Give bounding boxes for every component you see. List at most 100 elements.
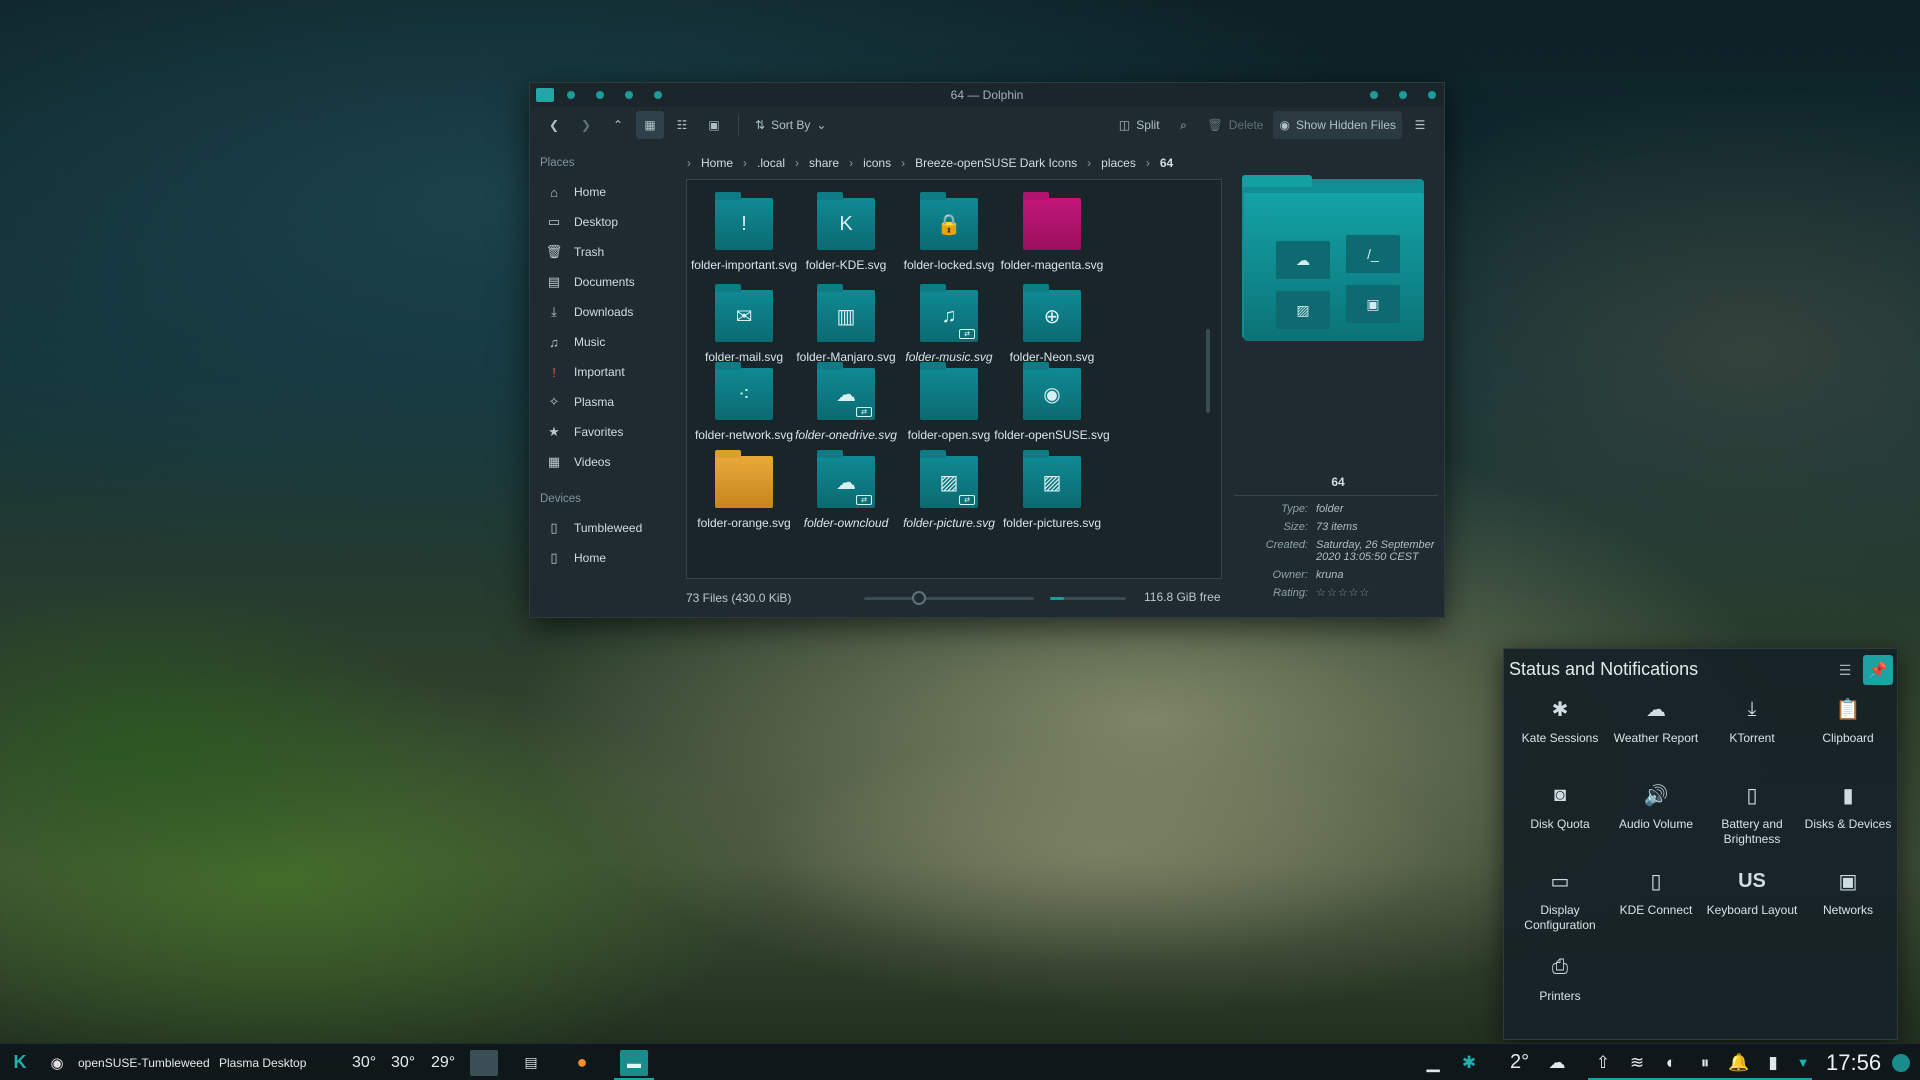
breadcrumb-item[interactable]: Breeze-openSUSE Dark Icons bbox=[915, 156, 1077, 170]
shade-button[interactable] bbox=[654, 91, 662, 99]
tray-weather[interactable]: ☁ bbox=[1544, 1044, 1570, 1080]
tray-rss[interactable]: ≋ bbox=[1624, 1044, 1650, 1080]
tray-updates[interactable]: ⇧ bbox=[1590, 1044, 1616, 1080]
dolphin-app-icon[interactable] bbox=[536, 88, 554, 102]
file-item[interactable]: ⊕ folder-Neon.svg bbox=[992, 284, 1112, 364]
places-item[interactable]: ▭ Desktop bbox=[530, 207, 680, 237]
hamburger-menu-button[interactable]: ☰ bbox=[1406, 111, 1434, 139]
file-item[interactable]: ☁ ⇄ folder-onedrive.svg bbox=[786, 362, 906, 442]
details-view-button[interactable]: ▣ bbox=[700, 111, 728, 139]
minimize-button[interactable] bbox=[1370, 91, 1378, 99]
tray-applet[interactable]: 📋 Clipboard bbox=[1800, 689, 1896, 769]
tray-applet[interactable]: ⤓ KTorrent bbox=[1704, 689, 1800, 769]
files-scrollbar[interactable] bbox=[1206, 329, 1210, 413]
sort-by-button[interactable]: ⇅ Sort By ⌄ bbox=[749, 111, 832, 139]
file-item[interactable]: ▨ folder-pictures.svg bbox=[992, 450, 1112, 530]
file-item[interactable]: folder-open.svg bbox=[889, 362, 1009, 442]
breadcrumb-item[interactable]: share bbox=[809, 156, 839, 170]
zoom-slider[interactable] bbox=[864, 597, 1034, 600]
desktop-name[interactable]: Plasma Desktop bbox=[219, 1044, 306, 1080]
file-item[interactable]: ▥ folder-Manjaro.svg bbox=[786, 284, 906, 364]
tray-kde-connect[interactable]: ✱ bbox=[1456, 1044, 1482, 1080]
tray-media[interactable]: ⏸ bbox=[1692, 1044, 1718, 1080]
network-icon: ▣ bbox=[1838, 870, 1858, 893]
places-item[interactable]: ▤ Documents bbox=[530, 267, 680, 297]
breadcrumb-item[interactable]: Home bbox=[701, 156, 733, 170]
tray-applet[interactable]: ✱ Kate Sessions bbox=[1512, 689, 1608, 769]
show-desktop-button[interactable] bbox=[1892, 1044, 1910, 1080]
tray-applet[interactable]: ▯ Battery and Brightness bbox=[1704, 775, 1800, 855]
compact-view-button[interactable]: ☷ bbox=[668, 111, 696, 139]
places-item[interactable]: ★ Favorites bbox=[530, 417, 680, 447]
forward-button[interactable]: ❯ bbox=[572, 111, 600, 139]
breadcrumb-item[interactable]: 64 bbox=[1160, 156, 1173, 170]
breadcrumb-item[interactable]: icons bbox=[863, 156, 891, 170]
on-all-desktops-button[interactable] bbox=[567, 91, 575, 99]
devices-item[interactable]: ▯ Tumbleweed bbox=[530, 513, 680, 543]
file-item[interactable]: folder-magenta.svg bbox=[992, 192, 1112, 272]
places-item[interactable]: ⤓ Downloads bbox=[530, 297, 680, 327]
places-item-label: Trash bbox=[574, 245, 605, 259]
places-item[interactable]: ✧ Plasma bbox=[530, 387, 680, 417]
places-item[interactable]: 🗑 Trash bbox=[530, 237, 680, 267]
configure-button[interactable]: ☰ bbox=[1833, 659, 1857, 681]
weather-temp[interactable]: 2° bbox=[1510, 1044, 1529, 1080]
tray-drive[interactable]: ▁ bbox=[1420, 1044, 1446, 1080]
file-item[interactable]: ▨ ⇄ folder-picture.svg bbox=[889, 450, 1009, 530]
split-button[interactable]: ◫ Split bbox=[1113, 111, 1166, 139]
icons-view-button[interactable]: ▦ bbox=[636, 111, 664, 139]
task-terminal[interactable]: ▤ bbox=[517, 1044, 545, 1080]
places-item[interactable]: ♫ Music bbox=[530, 327, 680, 357]
rating-stars[interactable]: ☆☆☆☆☆ bbox=[1316, 587, 1440, 599]
tray-expander[interactable]: ▼ bbox=[1790, 1044, 1816, 1080]
keep-above-button[interactable] bbox=[596, 91, 604, 99]
tray-applet[interactable]: 🔊 Audio Volume bbox=[1608, 775, 1704, 855]
close-button[interactable] bbox=[1428, 91, 1436, 99]
file-item[interactable]: ☁ ⇄ folder-owncloud bbox=[786, 450, 906, 530]
keep-below-button[interactable] bbox=[625, 91, 633, 99]
breadcrumb-item[interactable]: .local bbox=[757, 156, 785, 170]
contrast-icon: ◐ bbox=[1665, 1052, 1677, 1072]
digital-clock[interactable]: 17:56 bbox=[1826, 1044, 1881, 1080]
tray-applet[interactable]: ▭ Display Configuration bbox=[1512, 861, 1608, 941]
search-button[interactable]: ⌕ bbox=[1170, 111, 1198, 139]
task-firefox[interactable]: ● bbox=[568, 1044, 596, 1080]
application-launcher[interactable]: K bbox=[8, 1044, 32, 1080]
free-space-text[interactable]: 116.8 GiB free bbox=[1144, 590, 1221, 604]
show-hidden-files-button[interactable]: ◉ Show Hidden Files bbox=[1273, 111, 1402, 139]
devices-item[interactable]: ▯ Home bbox=[530, 543, 680, 573]
pager-desktop-1[interactable] bbox=[470, 1049, 498, 1076]
pager[interactable] bbox=[470, 1044, 498, 1080]
places-item[interactable]: ⌂ Home bbox=[530, 177, 680, 207]
file-item[interactable]: ♫ ⇄ folder-music.svg bbox=[889, 284, 1009, 364]
tray-applet[interactable]: ☁ Weather Report bbox=[1608, 689, 1704, 769]
tray-usb[interactable]: ▮ bbox=[1760, 1044, 1786, 1080]
task-dolphin[interactable]: ▬ bbox=[620, 1044, 648, 1080]
tray-applet[interactable]: ⎙ Printers bbox=[1512, 947, 1608, 1027]
delete-button[interactable]: 🗑 Delete bbox=[1202, 111, 1270, 139]
activity-switcher[interactable]: ◉ bbox=[46, 1044, 68, 1080]
kate-icon: ✱ bbox=[1551, 698, 1569, 721]
file-item[interactable]: Kfolder-KDE.svg bbox=[786, 192, 906, 272]
places-item[interactable]: ! Important bbox=[530, 357, 680, 387]
file-item[interactable]: ◉ folder-openSUSE.svg bbox=[992, 362, 1112, 442]
places-item[interactable]: ▦ Videos bbox=[530, 447, 680, 477]
tray-notifications[interactable]: 🔔 bbox=[1726, 1044, 1752, 1080]
pin-button[interactable]: 📌 bbox=[1863, 655, 1893, 685]
tray-night-color[interactable]: ◐ bbox=[1658, 1044, 1684, 1080]
file-item[interactable]: 🔒 folder-locked.svg bbox=[889, 192, 1009, 272]
activity-name[interactable]: openSUSE-Tumbleweed bbox=[78, 1044, 210, 1080]
tray-applet[interactable]: US Keyboard Layout bbox=[1704, 861, 1800, 941]
up-button[interactable]: ⌃ bbox=[604, 111, 632, 139]
tray-applet[interactable]: ▣ Networks bbox=[1800, 861, 1896, 941]
back-button[interactable]: ❮ bbox=[540, 111, 568, 139]
dolphin-window: 64 — Dolphin ❮ ❯ ⌃ ▦ ☷ ▣ ⇅ Sort By ⌄ ◫ S… bbox=[529, 82, 1445, 618]
tray-applet[interactable]: ▯ KDE Connect bbox=[1608, 861, 1704, 941]
files-view[interactable]: ! folder-important.svg Kfolder-KDE.svg 🔒 fol… bbox=[686, 179, 1222, 579]
window-titlebar[interactable]: 64 — Dolphin bbox=[530, 83, 1444, 107]
tray-applet[interactable]: ◙ Disk Quota bbox=[1512, 775, 1608, 855]
zoom-slider-handle[interactable] bbox=[912, 591, 926, 605]
breadcrumb-item[interactable]: places bbox=[1101, 156, 1136, 170]
tray-applet[interactable]: ▮ Disks & Devices bbox=[1800, 775, 1896, 855]
maximize-button[interactable] bbox=[1399, 91, 1407, 99]
